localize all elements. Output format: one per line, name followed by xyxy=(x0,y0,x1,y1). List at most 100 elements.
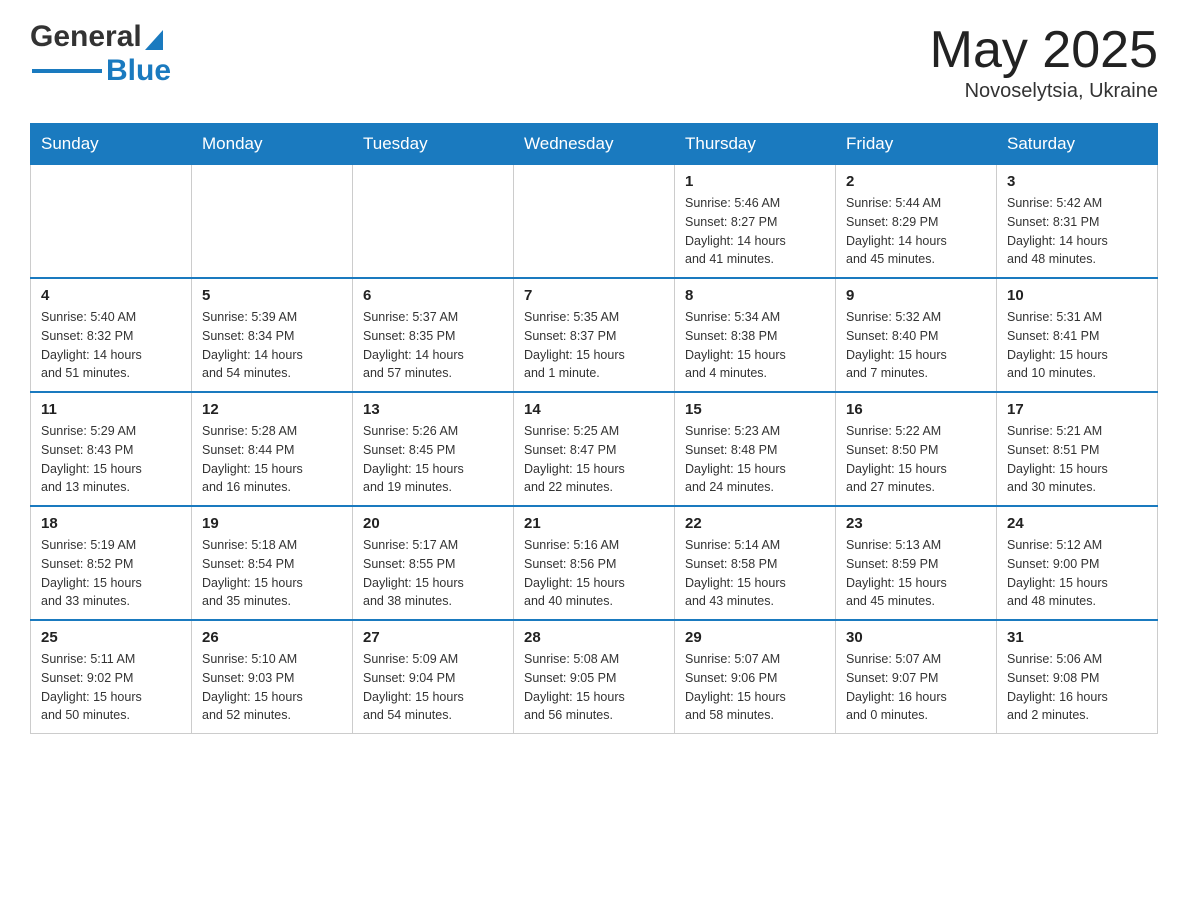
calendar-cell: 31Sunrise: 5:06 AM Sunset: 9:08 PM Dayli… xyxy=(997,620,1158,734)
day-info: Sunrise: 5:11 AM Sunset: 9:02 PM Dayligh… xyxy=(41,650,181,725)
logo-line1: General xyxy=(30,20,171,54)
logo-bar xyxy=(32,69,102,73)
day-number: 5 xyxy=(202,287,342,304)
day-info: Sunrise: 5:28 AM Sunset: 8:44 PM Dayligh… xyxy=(202,422,342,497)
header-monday: Monday xyxy=(192,124,353,165)
day-info: Sunrise: 5:13 AM Sunset: 8:59 PM Dayligh… xyxy=(846,536,986,611)
calendar-cell: 24 Sunrise: 5:12 AM Sunset: 9:00 PM Dayli… xyxy=(997,506,1158,620)
day-info: Sunrise: 5:23 AM Sunset: 8:48 PM Dayligh… xyxy=(685,422,825,497)
day-number: 30 xyxy=(846,629,986,646)
day-number: 17 xyxy=(1007,401,1147,418)
calendar-cell: 26Sunrise: 5:10 AM Sunset: 9:03 PM Dayli… xyxy=(192,620,353,734)
calendar-cell: 7 Sunrise: 5:35 AM Sunset: 8:37 PM Daylig… xyxy=(514,278,675,392)
calendar-cell: 8 Sunrise: 5:34 AM Sunset: 8:38 PM Daylig… xyxy=(675,278,836,392)
calendar-cell xyxy=(353,165,514,279)
day-info: Sunrise: 5:07 AM Sunset: 9:07 PM Dayligh… xyxy=(846,650,986,725)
day-number: 13 xyxy=(363,401,503,418)
day-number: 9 xyxy=(846,287,986,304)
day-number: 6 xyxy=(363,287,503,304)
day-number: 29 xyxy=(685,629,825,646)
calendar-cell: 18Sunrise: 5:19 AM Sunset: 8:52 PM Dayli… xyxy=(31,506,192,620)
calendar-header-row: Sunday Monday Tuesday Wednesday Thursday… xyxy=(31,124,1158,165)
day-number: 21 xyxy=(524,515,664,532)
day-info: Sunrise: 5:18 AM Sunset: 8:54 PM Dayligh… xyxy=(202,536,342,611)
calendar-cell: 9 Sunrise: 5:32 AM Sunset: 8:40 PM Daylig… xyxy=(836,278,997,392)
day-number: 10 xyxy=(1007,287,1147,304)
calendar-cell: 13 Sunrise: 5:26 AM Sunset: 8:45 PM Dayli… xyxy=(353,392,514,506)
calendar-header: Sunday Monday Tuesday Wednesday Thursday… xyxy=(31,124,1158,165)
title-block: May 2025 Novoselytsia, Ukraine xyxy=(930,20,1158,103)
day-number: 1 xyxy=(685,173,825,190)
day-info: Sunrise: 5:26 AM Sunset: 8:45 PM Dayligh… xyxy=(363,422,503,497)
day-number: 7 xyxy=(524,287,664,304)
calendar-cell: 25 Sunrise: 5:11 AM Sunset: 9:02 PM Dayli… xyxy=(31,620,192,734)
calendar-cell: 5 Sunrise: 5:39 AM Sunset: 8:34 PM Daylig… xyxy=(192,278,353,392)
calendar-cell: 4Sunrise: 5:40 AM Sunset: 8:32 PM Daylig… xyxy=(31,278,192,392)
day-info: Sunrise: 5:19 AM Sunset: 8:52 PM Dayligh… xyxy=(41,536,181,611)
day-info: Sunrise: 5:21 AM Sunset: 8:51 PM Dayligh… xyxy=(1007,422,1147,497)
calendar-cell: 11 Sunrise: 5:29 AM Sunset: 8:43 PM Dayli… xyxy=(31,392,192,506)
logo-blue-text: Blue xyxy=(106,54,171,88)
logo-general-text: General xyxy=(30,20,142,54)
day-info: Sunrise: 5:12 AM Sunset: 9:00 PM Dayligh… xyxy=(1007,536,1147,611)
day-info: Sunrise: 5:46 AM Sunset: 8:27 PM Dayligh… xyxy=(685,194,825,269)
calendar-cell xyxy=(31,165,192,279)
logo: General Blue xyxy=(30,20,171,88)
day-info: Sunrise: 5:08 AM Sunset: 9:05 PM Dayligh… xyxy=(524,650,664,725)
calendar-cell: 12 Sunrise: 5:28 AM Sunset: 8:44 PM Dayli… xyxy=(192,392,353,506)
day-number: 27 xyxy=(363,629,503,646)
day-info: Sunrise: 5:17 AM Sunset: 8:55 PM Dayligh… xyxy=(363,536,503,611)
day-info: Sunrise: 5:07 AM Sunset: 9:06 PM Dayligh… xyxy=(685,650,825,725)
day-number: 16 xyxy=(846,401,986,418)
day-info: Sunrise: 5:14 AM Sunset: 8:58 PM Dayligh… xyxy=(685,536,825,611)
day-number: 24 xyxy=(1007,515,1147,532)
calendar-cell: 27 Sunrise: 5:09 AM Sunset: 9:04 PM Dayli… xyxy=(353,620,514,734)
calendar-title: May 2025 xyxy=(930,20,1158,80)
header-sunday: Sunday xyxy=(31,124,192,165)
calendar-cell: 14Sunrise: 5:25 AM Sunset: 8:47 PM Dayli… xyxy=(514,392,675,506)
day-info: Sunrise: 5:16 AM Sunset: 8:56 PM Dayligh… xyxy=(524,536,664,611)
calendar-cell xyxy=(514,165,675,279)
calendar-body: 1 Sunrise: 5:46 AM Sunset: 8:27 PM Daylig… xyxy=(31,165,1158,734)
day-number: 11 xyxy=(41,401,181,418)
day-number: 12 xyxy=(202,401,342,418)
logo-block: General Blue xyxy=(30,20,171,88)
calendar-table: Sunday Monday Tuesday Wednesday Thursday… xyxy=(30,123,1158,734)
day-info: Sunrise: 5:22 AM Sunset: 8:50 PM Dayligh… xyxy=(846,422,986,497)
day-info: Sunrise: 5:31 AM Sunset: 8:41 PM Dayligh… xyxy=(1007,308,1147,383)
day-info: Sunrise: 5:39 AM Sunset: 8:34 PM Dayligh… xyxy=(202,308,342,383)
calendar-cell xyxy=(192,165,353,279)
day-number: 8 xyxy=(685,287,825,304)
day-info: Sunrise: 5:40 AM Sunset: 8:32 PM Dayligh… xyxy=(41,308,181,383)
calendar-week-row: 25 Sunrise: 5:11 AM Sunset: 9:02 PM Dayli… xyxy=(31,620,1158,734)
day-number: 22 xyxy=(685,515,825,532)
calendar-cell: 30 Sunrise: 5:07 AM Sunset: 9:07 PM Dayli… xyxy=(836,620,997,734)
day-info: Sunrise: 5:34 AM Sunset: 8:38 PM Dayligh… xyxy=(685,308,825,383)
calendar-week-row: 11 Sunrise: 5:29 AM Sunset: 8:43 PM Dayli… xyxy=(31,392,1158,506)
day-number: 19 xyxy=(202,515,342,532)
day-info: Sunrise: 5:35 AM Sunset: 8:37 PM Dayligh… xyxy=(524,308,664,383)
header-saturday: Saturday xyxy=(997,124,1158,165)
day-info: Sunrise: 5:37 AM Sunset: 8:35 PM Dayligh… xyxy=(363,308,503,383)
header-tuesday: Tuesday xyxy=(353,124,514,165)
calendar-cell: 1 Sunrise: 5:46 AM Sunset: 8:27 PM Daylig… xyxy=(675,165,836,279)
calendar-cell: 10 Sunrise: 5:31 AM Sunset: 8:41 PM Dayli… xyxy=(997,278,1158,392)
calendar-cell: 21 Sunrise: 5:16 AM Sunset: 8:56 PM Dayli… xyxy=(514,506,675,620)
calendar-cell: 16 Sunrise: 5:22 AM Sunset: 8:50 PM Dayli… xyxy=(836,392,997,506)
day-info: Sunrise: 5:29 AM Sunset: 8:43 PM Dayligh… xyxy=(41,422,181,497)
page-header: General Blue May 2025 Novoselytsia, Ukra… xyxy=(30,20,1158,103)
day-number: 25 xyxy=(41,629,181,646)
calendar-week-row: 4Sunrise: 5:40 AM Sunset: 8:32 PM Daylig… xyxy=(31,278,1158,392)
day-number: 26 xyxy=(202,629,342,646)
day-info: Sunrise: 5:32 AM Sunset: 8:40 PM Dayligh… xyxy=(846,308,986,383)
day-number: 20 xyxy=(363,515,503,532)
day-number: 23 xyxy=(846,515,986,532)
calendar-cell: 15Sunrise: 5:23 AM Sunset: 8:48 PM Dayli… xyxy=(675,392,836,506)
calendar-cell: 3Sunrise: 5:42 AM Sunset: 8:31 PM Daylig… xyxy=(997,165,1158,279)
day-info: Sunrise: 5:09 AM Sunset: 9:04 PM Dayligh… xyxy=(363,650,503,725)
calendar-cell: 2Sunrise: 5:44 AM Sunset: 8:29 PM Daylig… xyxy=(836,165,997,279)
day-info: Sunrise: 5:25 AM Sunset: 8:47 PM Dayligh… xyxy=(524,422,664,497)
day-number: 3 xyxy=(1007,173,1147,190)
day-info: Sunrise: 5:06 AM Sunset: 9:08 PM Dayligh… xyxy=(1007,650,1147,725)
calendar-week-row: 18Sunrise: 5:19 AM Sunset: 8:52 PM Dayli… xyxy=(31,506,1158,620)
